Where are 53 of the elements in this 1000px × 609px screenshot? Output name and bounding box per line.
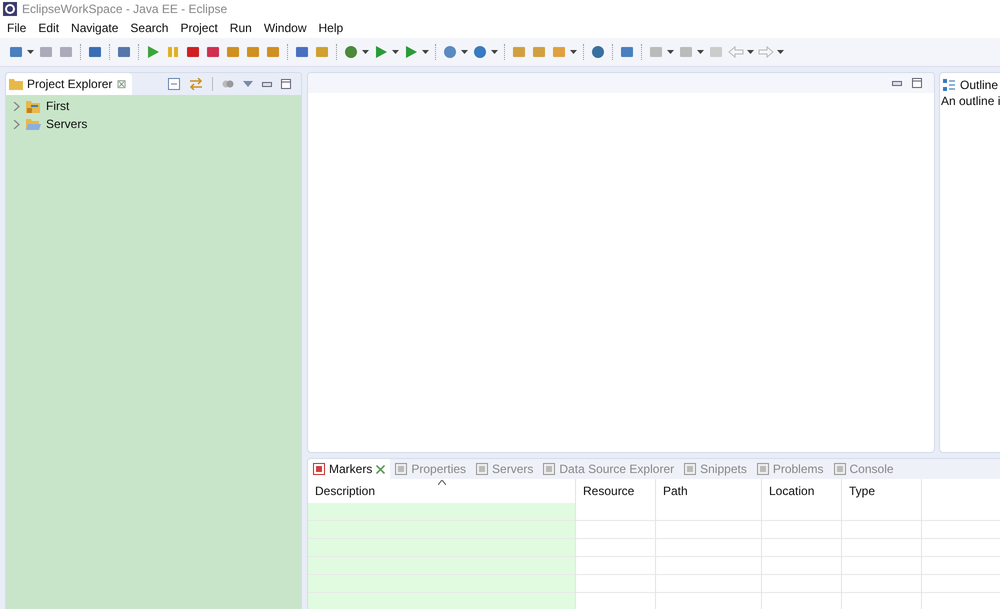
dropdown-caret-icon[interactable] [667,50,674,54]
dropdown-caret-icon[interactable] [27,50,34,54]
outline-icon [943,79,955,91]
menu-item[interactable]: Edit [38,21,60,35]
dropdown-caret-icon[interactable] [777,50,784,54]
column-header[interactable]: Resource [576,479,656,503]
outline-tab[interactable]: Outline [940,73,1000,94]
view-tab-icon [834,463,846,475]
outline-message: An outline i [940,94,1000,108]
dropdown-caret-icon[interactable] [570,50,577,54]
project-explorer-tab[interactable]: Project Explorer ⊠ [6,73,132,95]
collapse-all-icon[interactable] [168,78,180,90]
view-menu-icon[interactable] [243,81,253,87]
dropdown-caret-icon[interactable] [392,50,399,54]
menu-item[interactable]: Run [230,21,252,35]
window-title: EclipseWorkSpace - Java EE - Eclipse [22,2,228,16]
maximize-icon[interactable] [281,79,291,89]
menu-item[interactable]: File [7,21,26,35]
view-tab-icon [395,463,408,475]
minimize-icon[interactable] [262,82,272,86]
sort-caret-icon [438,480,446,485]
close-icon[interactable] [376,464,386,474]
dropdown-caret-icon[interactable] [697,50,704,54]
menu-item[interactable]: Search [130,21,168,35]
resume-icon[interactable] [145,44,161,60]
tree-item[interactable]: First [46,99,70,113]
project-icon [25,98,41,114]
menu-item[interactable]: Navigate [71,21,118,35]
view-tab-icon [313,463,325,475]
maximize-icon[interactable] [912,78,922,88]
column-header[interactable]: Location [762,479,842,503]
menu-item[interactable]: Window [264,21,306,35]
dropdown-caret-icon[interactable] [422,50,429,54]
view-tab-icon [476,463,488,475]
expand-chevron-icon[interactable] [12,120,20,128]
menu-item[interactable]: Project [180,21,218,35]
minimize-icon[interactable] [892,80,902,86]
expand-chevron-icon[interactable] [12,102,20,110]
column-header[interactable]: Path [656,479,762,503]
column-header[interactable]: Type [842,479,922,503]
dropdown-caret-icon[interactable] [461,50,468,54]
view-tab-icon [543,463,556,475]
dropdown-caret-icon[interactable] [491,50,498,54]
dropdown-caret-icon[interactable] [747,50,754,54]
link-arrows-icon[interactable] [189,78,203,90]
menu-item[interactable]: Help [318,21,344,35]
view-tab-icon [756,463,769,475]
dropdown-caret-icon[interactable] [362,50,369,54]
stop-icon[interactable] [185,44,201,60]
tree-item[interactable]: Servers [46,117,88,131]
view-tab[interactable]: Markers [308,459,390,479]
filter-icon[interactable] [222,78,234,90]
view-tab-icon [684,463,696,475]
